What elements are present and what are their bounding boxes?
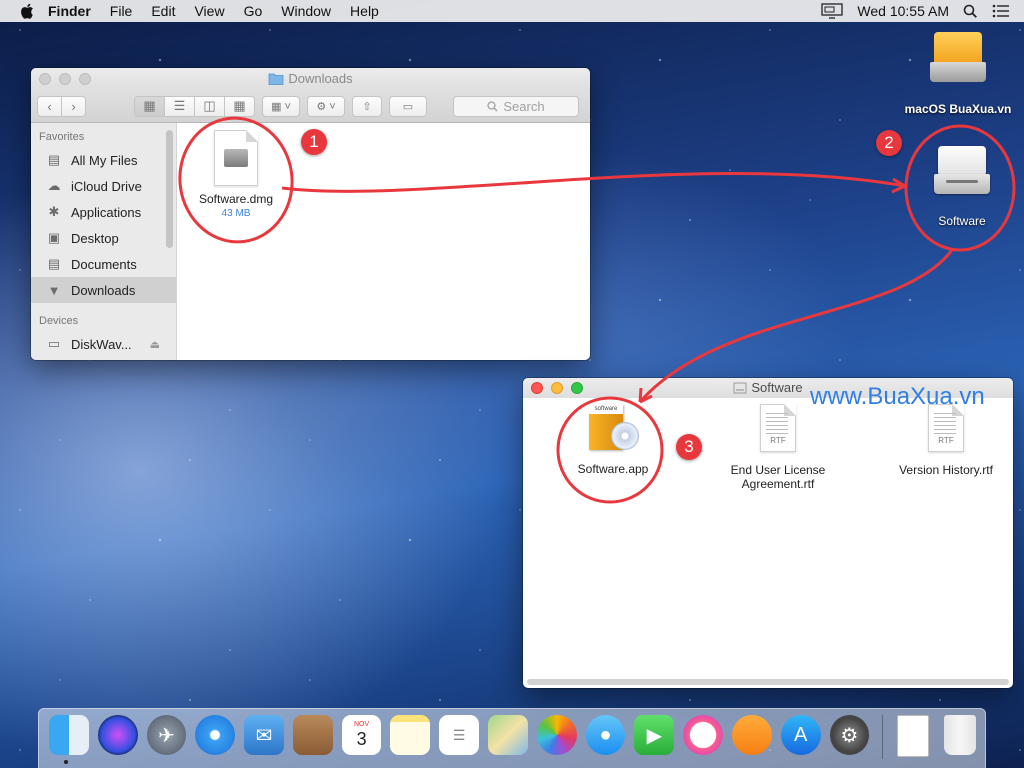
annotation-overlay <box>178 116 1016 504</box>
notes-icon[interactable] <box>390 715 431 755</box>
mail-icon[interactable]: ✉ <box>244 715 284 755</box>
itunes-icon[interactable] <box>683 715 723 755</box>
highlight-circle-app <box>556 396 664 504</box>
arrow-disk-to-app <box>638 249 954 403</box>
highlight-circle-disk <box>904 124 1016 252</box>
launchpad-icon[interactable]: ✈ <box>146 715 187 755</box>
step-badge-1: 1 <box>301 129 327 155</box>
siri-icon[interactable] <box>97 715 138 755</box>
ibooks-icon[interactable] <box>731 715 772 755</box>
dock-separator <box>882 715 884 759</box>
facetime-icon[interactable]: ▶ <box>634 715 675 755</box>
step-badge-3: 3 <box>676 434 702 460</box>
photos-icon[interactable] <box>536 715 577 755</box>
step-badge-2: 2 <box>876 130 902 156</box>
maps-icon[interactable] <box>488 715 528 755</box>
messages-icon[interactable]: ● <box>585 715 626 755</box>
arrow-dmg-to-disk <box>281 172 906 193</box>
dmg-dock-icon[interactable] <box>897 715 930 757</box>
calendar-icon[interactable]: NOV 3 <box>341 715 382 755</box>
dock: ✈ ✉ NOV 3 ☰ ● ▶ A ⚙ <box>38 708 986 768</box>
safari-icon[interactable] <box>195 715 236 755</box>
system-preferences-icon[interactable]: ⚙ <box>829 715 870 755</box>
highlight-circle-dmg <box>178 116 294 244</box>
trash-icon[interactable] <box>944 715 976 755</box>
app-store-icon[interactable]: A <box>780 715 821 755</box>
reminders-icon[interactable]: ☰ <box>439 715 480 755</box>
running-indicator <box>64 760 68 764</box>
contacts-icon[interactable] <box>292 715 333 755</box>
finder-icon[interactable] <box>49 715 89 755</box>
